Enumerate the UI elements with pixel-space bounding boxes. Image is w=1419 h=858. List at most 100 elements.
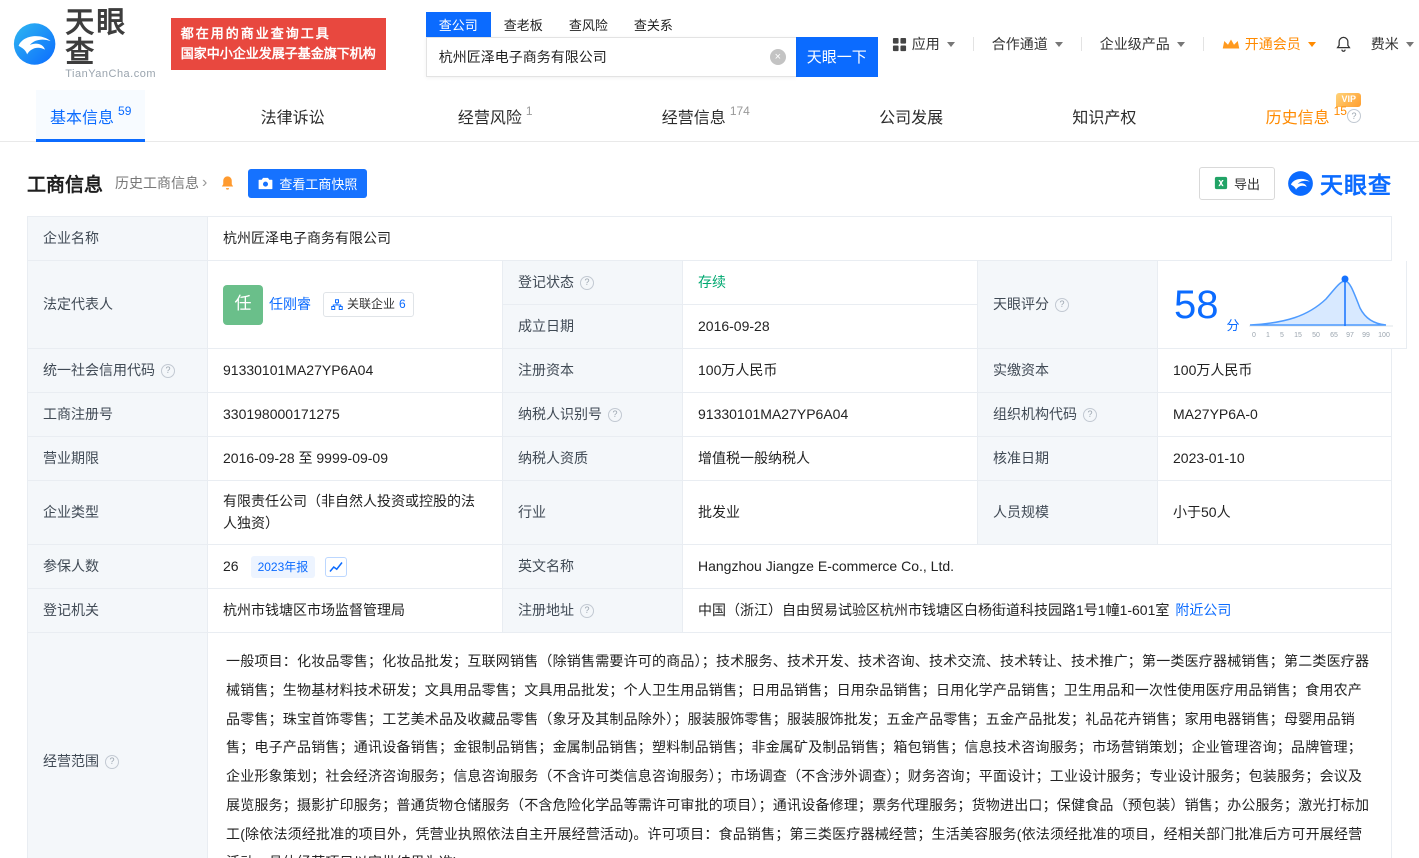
help-icon[interactable]: ? — [580, 275, 594, 290]
trend-chart-icon[interactable] — [325, 556, 348, 577]
search-input[interactable] — [425, 36, 796, 77]
brand-domain: TianYanCha.com — [65, 68, 157, 81]
help-icon[interactable]: ? — [161, 363, 175, 378]
menu-enterprise[interactable]: 企业级产品 — [1100, 34, 1185, 54]
menu-divider — [1080, 37, 1082, 51]
tab-label: 基本信息 — [50, 109, 115, 127]
view-business-snapshot-button[interactable]: 查看工商快照 — [248, 168, 368, 198]
legal-rep-avatar[interactable]: 任 — [223, 284, 263, 325]
score-unit: 分 — [1226, 317, 1240, 333]
related-companies-tag[interactable]: 关联企业 6 — [323, 292, 414, 317]
notice-bell-icon[interactable] — [219, 175, 236, 192]
org-code-value: MA27YP6A-0 — [1158, 393, 1392, 437]
table-row: 统一社会信用代码? 91330101MA27YP6A04 注册资本 100万人民… — [28, 349, 1392, 393]
business-info-table: 企业名称 杭州匠泽电子商务有限公司 法定代表人 任 任刚睿 关联企业 6 登记状… — [27, 216, 1407, 858]
field-label-tyc-score: 天眼评分? — [978, 261, 1158, 349]
menu-user[interactable]: 费米 — [1371, 34, 1414, 54]
menu-divider — [972, 37, 974, 51]
field-label-term: 营业期限 — [28, 437, 208, 481]
svg-text:100: 100 — [1378, 332, 1390, 339]
tab-count: 1 — [525, 103, 533, 118]
reg-status-value: 存续 — [683, 261, 978, 305]
svg-text:65: 65 — [1330, 332, 1338, 339]
menu-partner[interactable]: 合作通道 — [992, 34, 1063, 54]
svg-text:1: 1 — [1266, 332, 1270, 339]
tab-basic-info[interactable]: 基本信息 59 — [36, 90, 146, 142]
table-row: 经营范围? 一般项目：化妆品零售；化妆品批发；互联网销售（除销售需要许可的商品）… — [28, 633, 1392, 858]
business-info-toolbar: 工商信息 历史工商信息 › 查看工商快照 导出 天眼查 — [27, 166, 1392, 200]
brand-name: 天眼查 — [65, 6, 128, 69]
reg-no-value: 330198000171275 — [208, 393, 503, 437]
field-label-establish-date: 成立日期 — [503, 305, 683, 349]
menu-vip[interactable]: 开通会员 — [1222, 34, 1316, 54]
apps-grid-icon — [892, 37, 906, 51]
tyc-score-cell: 58 分 0 1 5 15 50 65 97 99 100 — [1158, 261, 1407, 349]
table-row: 工商注册号 330198000171275 纳税人识别号? 91330101MA… — [28, 393, 1392, 437]
search-tab-risk[interactable]: 查风险 — [556, 12, 621, 37]
industry-value: 批发业 — [683, 481, 978, 546]
tab-history-info[interactable]: VIP 历史信息 15 ? — [1252, 90, 1375, 141]
menu-vip-label: 开通会员 — [1244, 36, 1301, 52]
tab-intellectual-property[interactable]: 知识产权 — [1058, 90, 1150, 141]
export-button-label: 导出 — [1233, 176, 1260, 192]
annual-report-tag[interactable]: 2023年报 — [250, 555, 316, 579]
clear-search-icon[interactable]: × — [769, 48, 786, 65]
svg-text:5: 5 — [1280, 332, 1284, 339]
tab-operation-info[interactable]: 经营信息 174 — [648, 90, 764, 141]
tab-count: 15 — [1333, 103, 1347, 118]
field-label-industry: 行业 — [503, 481, 683, 546]
caret-down-icon — [946, 41, 955, 47]
top-header: 天眼查 TianYanCha.com 都在用的商业查询工具 国家中小企业发展子基… — [0, 0, 1419, 86]
help-icon[interactable]: ? — [580, 603, 594, 618]
menu-apps[interactable]: 应用 — [892, 34, 955, 54]
section-nav: 基本信息 59 法律诉讼 经营风险 1 经营信息 174 公司发展 知识产权 V… — [0, 90, 1419, 142]
crown-icon — [1222, 39, 1240, 49]
staff-value: 小于50人 — [1158, 481, 1392, 546]
svg-text:15: 15 — [1294, 332, 1302, 339]
export-button[interactable]: 导出 — [1198, 166, 1275, 200]
promo-banner: 都在用的商业查询工具 国家中小企业发展子基金旗下机构 — [170, 17, 386, 71]
tianyancha-eye-icon — [13, 23, 56, 65]
authority-value: 杭州市钱塘区市场监督管理局 — [208, 589, 503, 634]
help-icon[interactable]: ? — [1083, 407, 1097, 422]
tab-label: 经营风险 — [457, 109, 522, 127]
nearby-companies-link[interactable]: 附近公司 — [1175, 600, 1231, 622]
search-tab-boss[interactable]: 查老板 — [491, 12, 556, 37]
score-value: 58 — [1174, 282, 1219, 327]
credit-code-value: 91330101MA27YP6A04 — [208, 349, 503, 393]
tab-label: 知识产权 — [1072, 109, 1137, 127]
tianyancha-eye-icon — [1288, 170, 1313, 196]
tab-legal[interactable]: 法律诉讼 — [247, 90, 343, 141]
help-icon[interactable]: ? — [1346, 108, 1361, 123]
snapshot-button-label: 查看工商快照 — [279, 176, 358, 192]
table-row: 法定代表人 任 任刚睿 关联企业 6 登记状态? 存续 天眼评分? 58 分 0… — [28, 261, 1407, 349]
field-label-company-name: 企业名称 — [28, 217, 208, 261]
help-icon[interactable]: ? — [1055, 297, 1069, 312]
tab-company-development[interactable]: 公司发展 — [865, 90, 957, 141]
taxpayer-no-value: 91330101MA27YP6A04 — [683, 393, 978, 437]
search-tab-company[interactable]: 查公司 — [425, 11, 491, 37]
approve-date-value: 2023-01-10 — [1158, 437, 1392, 481]
tab-label: 法律诉讼 — [260, 109, 325, 127]
field-label-en-name: 英文名称 — [503, 545, 683, 590]
section-title: 工商信息 — [27, 174, 104, 196]
menu-partner-label: 合作通道 — [991, 36, 1048, 52]
help-icon[interactable]: ? — [608, 407, 622, 422]
taxpayer-type-value: 增值税一般纳税人 — [683, 437, 978, 481]
tianyancha-logo[interactable]: 天眼查 TianYanCha.com — [12, 6, 157, 81]
tab-count: 59 — [118, 103, 132, 118]
notification-bell[interactable] — [1334, 35, 1353, 54]
legal-rep-name-link[interactable]: 任刚睿 — [269, 294, 311, 316]
menu-user-label: 费米 — [1370, 36, 1399, 52]
search-button[interactable]: 天眼一下 — [795, 36, 878, 77]
tab-label: 经营信息 — [661, 109, 726, 127]
search-tab-relation[interactable]: 查关系 — [621, 12, 686, 37]
tab-operation-risk[interactable]: 经营风险 1 — [444, 90, 547, 141]
history-business-info-link[interactable]: 历史工商信息 › — [115, 173, 207, 193]
field-label-paid-capital: 实缴资本 — [978, 349, 1158, 393]
tab-count: 174 — [729, 103, 750, 118]
reg-capital-value: 100万人民币 — [683, 349, 978, 393]
tianyancha-watermark: 天眼查 — [1287, 166, 1392, 200]
help-icon[interactable]: ? — [105, 755, 119, 770]
term-value: 2016-09-28 至 9999-09-09 — [208, 437, 503, 481]
